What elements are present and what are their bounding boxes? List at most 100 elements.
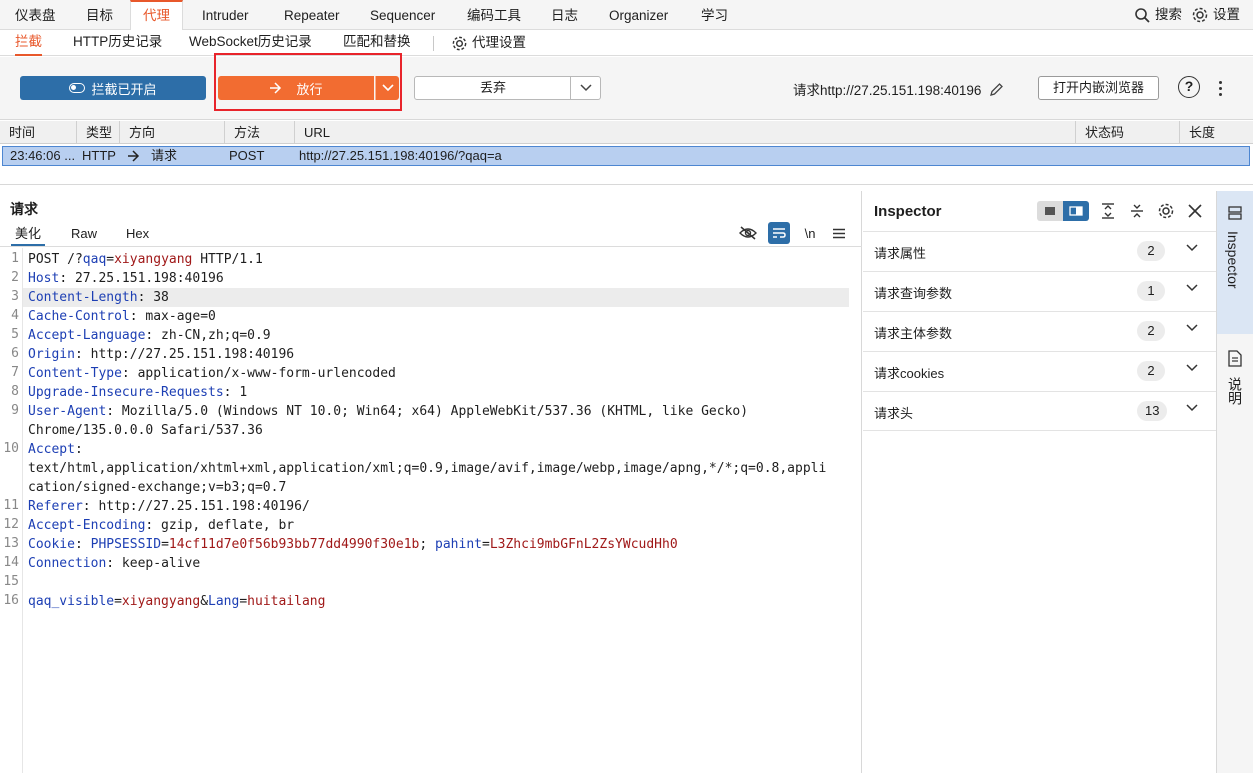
tab-proxy-settings[interactable]: 代理设置 [451,30,526,56]
collapse-all-icon[interactable] [1127,201,1147,221]
menu-proxy[interactable]: 代理 [130,0,183,31]
line-number: 5 [11,327,19,342]
code-line: qaq_visible=xiyangyang&Lang=huitailang [28,592,325,611]
menu-organizer[interactable]: Organizer [609,0,668,30]
code-text: : 38 [137,290,169,305]
code-key: Cookie [28,537,75,552]
code-key: Upgrade-Insecure-Requests [28,385,224,400]
chevron-down-icon [1186,404,1198,412]
request-code-editor[interactable]: 1 POST /?qaq=xiyangyang HTTP/1.1 2 Host: 27… [0,248,862,773]
layout-split-icon[interactable] [1063,201,1089,221]
column-time[interactable]: 时间 [0,121,77,144]
rail-tab-notes[interactable]: 说明 [1217,341,1253,421]
code-text: = [114,594,122,609]
code-text: : keep-alive [106,556,201,571]
tab-raw[interactable]: Raw [71,224,97,246]
code-line: Content-Type: application/x-www-form-url… [28,364,396,383]
code-key: Host [28,271,60,286]
line-number: 14 [3,555,19,570]
menu-sequencer[interactable]: Sequencer [370,0,435,30]
code-text: : Mozilla/5.0 (Windows NT 10.0; Win64; x… [106,404,749,419]
search-button[interactable]: 搜索 [1134,0,1182,30]
help-icon[interactable]: ? [1178,76,1200,98]
menu-intruder[interactable]: Intruder [202,0,249,30]
code-text: : zh-CN,zh;q=0.9 [145,328,271,343]
column-length[interactable]: 长度 [1180,121,1253,144]
section-name: 请求cookies [874,366,945,381]
forward-button[interactable]: 放行 [218,76,374,100]
code-text: : gzip, deflate, br [145,518,295,533]
open-browser-button[interactable]: 打开内嵌浏览器 [1038,76,1159,100]
chevron-down-icon [381,84,394,92]
inspector-title: Inspector [874,203,942,220]
gear-icon [1192,7,1208,23]
newline-toggle[interactable]: \n [799,222,821,244]
code-line: Accept-Language: zh-CN,zh;q=0.9 [28,326,271,345]
column-status[interactable]: 状态码 [1076,121,1180,144]
menu-decoder[interactable]: 编码工具 [467,0,521,30]
code-key: Cache-Control [28,309,130,324]
menu-logger[interactable]: 日志 [551,0,578,30]
close-icon[interactable] [1185,201,1205,221]
code-key: Lang [208,594,240,609]
code-text: = [161,537,169,552]
column-direction[interactable]: 方向 [120,121,225,144]
forward-dropdown-button[interactable] [375,76,399,100]
code-value: huitailang [247,594,326,609]
gear-icon[interactable] [1156,201,1176,221]
code-key: qaq_visible [28,594,115,609]
menu-dashboard[interactable]: 仪表盘 [15,0,56,30]
hide-eye-icon[interactable] [737,222,759,244]
inspector-section-headers[interactable]: 请求头 13 [863,391,1216,431]
column-method[interactable]: 方法 [225,121,295,144]
code-key: PHPSESSID [90,537,162,552]
inspector-section-query-params[interactable]: 请求查询参数 1 [863,271,1216,311]
tab-intercept[interactable]: 拦截 [15,30,42,56]
intercept-toolbar: 拦截已开启 放行 丢弃 请求http://27.25.151.198:40196… [0,53,1253,120]
menu-target[interactable]: 目标 [86,0,113,30]
menu-learn[interactable]: 学习 [701,0,728,30]
row-url: http://27.25.151.198:40196/?qaq=a [299,148,502,163]
section-count: 2 [1137,241,1165,261]
code-text: text/html,application/xhtml+xml,applicat… [28,461,827,476]
drop-dropdown-arrow[interactable] [570,77,600,99]
code-key: User-Agent [28,404,107,419]
line-number: 15 [3,574,19,589]
section-name: 请求头 [874,406,914,421]
code-value: xiyangyang [121,594,201,609]
rail-notes-label: 说明 [1227,377,1243,405]
drop-button[interactable]: 丢弃 [414,76,601,100]
line-number: 13 [3,536,19,551]
rail-tab-inspector[interactable]: Inspector [1217,191,1253,334]
code-line: Accept: [28,440,83,459]
menu-repeater[interactable]: Repeater [284,0,340,30]
code-text: cation/signed-exchange;v=b3;q=0.7 [28,480,287,495]
column-url[interactable]: URL [295,121,1076,144]
intercept-toggle-button[interactable]: 拦截已开启 [20,76,206,100]
code-line: Cache-Control: max-age=0 [28,307,216,326]
line-number: 1 [11,251,19,266]
inspector-section-attributes[interactable]: 请求属性 2 [863,231,1216,271]
code-value: 14cf11d7e0f56b93bb77dd4990f30e1b [168,537,420,552]
more-options-icon[interactable] [1212,77,1228,99]
drop-label: 丢弃 [479,80,506,95]
tab-http-history[interactable]: HTTP历史记录 [73,30,162,56]
settings-button[interactable]: 设置 [1191,0,1240,30]
code-key: Content-Type [28,366,122,381]
intercept-queue-table: 时间 类型 方向 方法 URL 状态码 长度 23:46:06 ... HTTP… [0,121,1253,185]
code-text: : 27.25.151.198:40196 [59,271,224,286]
expand-all-icon[interactable] [1098,201,1118,221]
inspector-section-cookies[interactable]: 请求cookies 2 [863,351,1216,391]
menu-icon[interactable] [828,222,850,244]
table-row[interactable]: 23:46:06 ... HTTP 请求 POST http://27.25.1… [2,146,1250,166]
wrap-lines-icon[interactable] [768,222,790,244]
search-label: 搜索 [1155,7,1182,22]
pencil-icon[interactable] [989,82,1004,97]
tab-hex[interactable]: Hex [126,224,149,246]
tab-pretty[interactable]: 美化 [11,224,46,246]
inspector-panel: Inspector 请求属性 2 请求查询参数 1 请求主体参数 2 请求coo… [863,191,1216,773]
code-line: cation/signed-exchange;v=b3;q=0.7 [28,478,286,497]
inspector-section-body-params[interactable]: 请求主体参数 2 [863,311,1216,351]
layout-single-icon[interactable] [1037,201,1063,221]
column-type[interactable]: 类型 [77,121,120,144]
